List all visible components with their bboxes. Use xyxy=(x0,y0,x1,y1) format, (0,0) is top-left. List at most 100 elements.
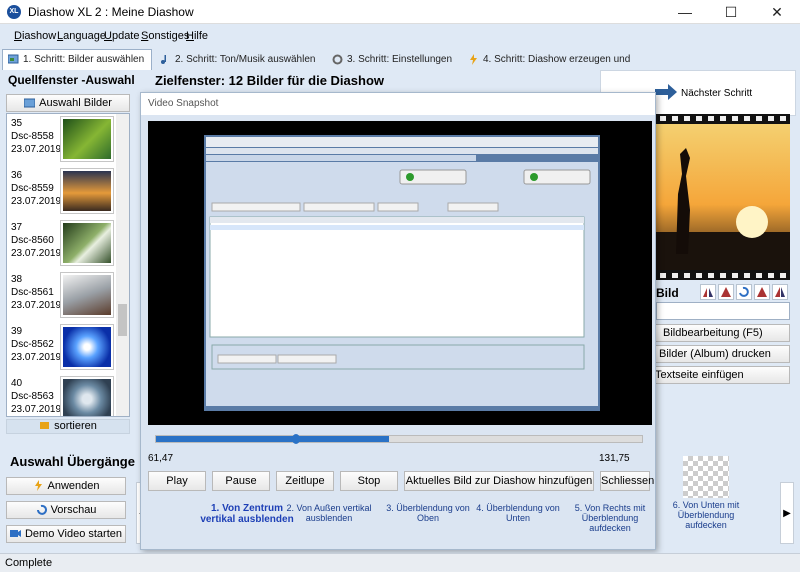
mirror-right-icon[interactable] xyxy=(772,284,788,300)
quellfenster-title: Quellfenster -Auswahl xyxy=(8,73,135,87)
demo-video-label: Demo Video starten xyxy=(24,528,123,540)
folder-icon xyxy=(24,98,36,108)
mirror-icon[interactable] xyxy=(754,284,770,300)
image-thumbnail xyxy=(61,117,113,161)
refresh-icon xyxy=(36,504,47,515)
menu-diashow[interactable]: Diashow xyxy=(14,30,56,42)
transitions-scroll-right[interactable]: ▶ xyxy=(780,482,794,544)
source-image-list[interactable]: 35 Dsc-8558 23.07.2019 36 Dsc-8559 23.07… xyxy=(6,113,130,417)
stop-button[interactable]: Stop xyxy=(340,471,398,491)
add-frame-button[interactable]: Aktuelles Bild zur Diashow hinzufügen xyxy=(404,471,594,491)
sortieren-button[interactable]: sortieren xyxy=(6,419,130,434)
list-item[interactable]: 38 Dsc-8561 23.07.2019 xyxy=(7,270,115,322)
dialog-title: Video Snapshot xyxy=(148,98,219,109)
lightning-icon xyxy=(470,54,477,65)
demo-video-button[interactable]: Demo Video starten xyxy=(6,525,126,543)
tab-step-3-label: 3. Schritt: Einstellungen xyxy=(347,54,453,65)
bild-label: Bild xyxy=(656,286,679,300)
lightning-icon xyxy=(34,480,42,491)
image-thumbnail xyxy=(61,273,113,317)
title-bar: XL Diashow XL 2 : Meine Diashow — ☐ ✕ xyxy=(0,0,800,24)
app-icon: XL xyxy=(7,5,21,19)
textseite-button[interactable]: Textseite einfügen xyxy=(652,366,790,384)
flip-horizontal-icon[interactable] xyxy=(700,284,716,300)
transition-preview xyxy=(683,456,729,498)
transition-item[interactable]: 2. Von Außen vertikal ausblenden xyxy=(281,503,377,523)
image-thumbnail xyxy=(61,221,113,265)
uebergang-title: Auswahl Übergänge xyxy=(10,454,135,469)
transition-label: 2. Von Außen vertikal ausblenden xyxy=(286,503,372,523)
list-item[interactable]: 39 Dsc-8562 23.07.2019 xyxy=(7,322,115,374)
vorschau-button[interactable]: Vorschau xyxy=(6,501,126,519)
arrow-right-icon xyxy=(655,84,677,100)
list-item[interactable]: 40 Dsc-8563 23.07.2019 xyxy=(7,374,115,416)
time-start: 61,47 xyxy=(148,453,174,464)
image-thumbnail xyxy=(61,169,113,213)
transition-label: 1. Von Zentrum vertikal ausblenden xyxy=(200,503,294,525)
settings-icon xyxy=(332,54,343,65)
step-tabs: 1. Schritt: Bilder auswählen 2. Schritt:… xyxy=(0,49,800,84)
menu-bar: Diashow Language Update Sonstiges Hilfe xyxy=(0,27,800,47)
tab-step-3[interactable]: 3. Schritt: Einstellungen xyxy=(327,50,462,70)
image-text-field[interactable] xyxy=(656,302,790,320)
vorschau-label: Vorschau xyxy=(50,504,97,516)
rotate-icon[interactable] xyxy=(736,284,752,300)
tab-step-4[interactable]: 4. Schritt: Diashow erzeugen und starten xyxy=(463,50,663,84)
image-thumbnail xyxy=(61,325,113,369)
video-progress-bar[interactable] xyxy=(155,434,643,444)
tab-step-1[interactable]: 1. Schritt: Bilder auswählen xyxy=(2,49,152,71)
close-button[interactable]: ✕ xyxy=(754,0,800,24)
list-item[interactable]: 37 Dsc-8560 23.07.2019 xyxy=(7,218,115,270)
textseite-label: Textseite einfügen xyxy=(655,369,744,381)
progress-fill xyxy=(156,436,390,442)
anwenden-button[interactable]: Anwenden xyxy=(6,477,126,495)
maximize-button[interactable]: ☐ xyxy=(708,0,754,24)
scrollbar-thumb[interactable] xyxy=(118,304,127,336)
transition-item[interactable]: 4. Überblendung von Unten xyxy=(471,503,565,523)
status-bar: Complete xyxy=(0,553,800,572)
zeitlupe-button[interactable]: Zeitlupe xyxy=(276,471,334,491)
auswahl-bilder-label: Auswahl Bilder xyxy=(39,97,112,109)
sunset-preview-image xyxy=(656,114,790,280)
progress-knob[interactable] xyxy=(291,434,300,444)
sort-icon xyxy=(40,422,50,429)
video-icon xyxy=(9,530,21,537)
window-title: Diashow XL 2 : Meine Diashow xyxy=(28,5,194,19)
flip-vertical-icon[interactable] xyxy=(718,284,734,300)
transition-item[interactable]: 3. Überblendung von Oben xyxy=(381,503,475,523)
tab-step-2[interactable]: 2. Schritt: Ton/Musik auswählen xyxy=(155,50,325,70)
tab-step-2-label: 2. Schritt: Ton/Musik auswählen xyxy=(175,54,316,65)
video-snapshot-dialog: Video Snapshot 61,47 131,75 Play Pause Z… xyxy=(140,92,656,550)
menu-language[interactable]: Language xyxy=(57,30,106,42)
menu-sonstiges[interactable]: Sonstiges xyxy=(141,30,189,42)
tab-step-1-label: 1. Schritt: Bilder auswählen xyxy=(23,54,145,65)
transition-label: 5. Von Rechts mit Überblendung aufdecken xyxy=(574,503,646,533)
pause-button[interactable]: Pause xyxy=(212,471,270,491)
minimize-button[interactable]: — xyxy=(662,0,708,24)
image-list-scrollbar[interactable] xyxy=(116,114,129,416)
images-icon xyxy=(8,54,19,64)
next-step-label: Nächster Schritt xyxy=(681,88,753,99)
menu-hilfe[interactable]: Hilfe xyxy=(186,30,208,42)
image-preview xyxy=(656,114,790,280)
status-text: Complete xyxy=(5,557,53,569)
play-button[interactable]: Play xyxy=(148,471,206,491)
video-frame xyxy=(148,121,652,425)
transition-item[interactable]: 5. Von Rechts mit Überblendung aufdecken xyxy=(563,503,657,533)
anwenden-label: Anwenden xyxy=(47,480,100,492)
main-area: Quellfenster -Auswahl Auswahl Bilder 35 … xyxy=(0,70,800,552)
time-end: 131,75 xyxy=(599,453,630,464)
menu-update[interactable]: Update xyxy=(104,30,139,42)
list-item[interactable]: 35 Dsc-8558 23.07.2019 xyxy=(7,114,115,166)
schliessen-button[interactable]: Schliessen xyxy=(600,471,654,491)
transition-label: 6. Von Unten mit Überblendung aufdecken xyxy=(672,500,740,530)
dialog-titlebar: Video Snapshot xyxy=(141,93,655,115)
auswahl-bilder-button[interactable]: Auswahl Bilder xyxy=(6,94,130,112)
album-drucken-label: Bilder (Album) drucken xyxy=(659,348,771,360)
bildbearbeitung-button[interactable]: Bildbearbeitung (F5) xyxy=(652,324,790,342)
transition-item[interactable]: 6. Von Unten mit Überblendung aufdecken xyxy=(656,456,756,530)
music-icon xyxy=(161,55,166,64)
album-drucken-button[interactable]: Bilder (Album) drucken xyxy=(652,345,790,363)
video-frame-screenshot xyxy=(148,121,652,425)
list-item[interactable]: 36 Dsc-8559 23.07.2019 xyxy=(7,166,115,218)
